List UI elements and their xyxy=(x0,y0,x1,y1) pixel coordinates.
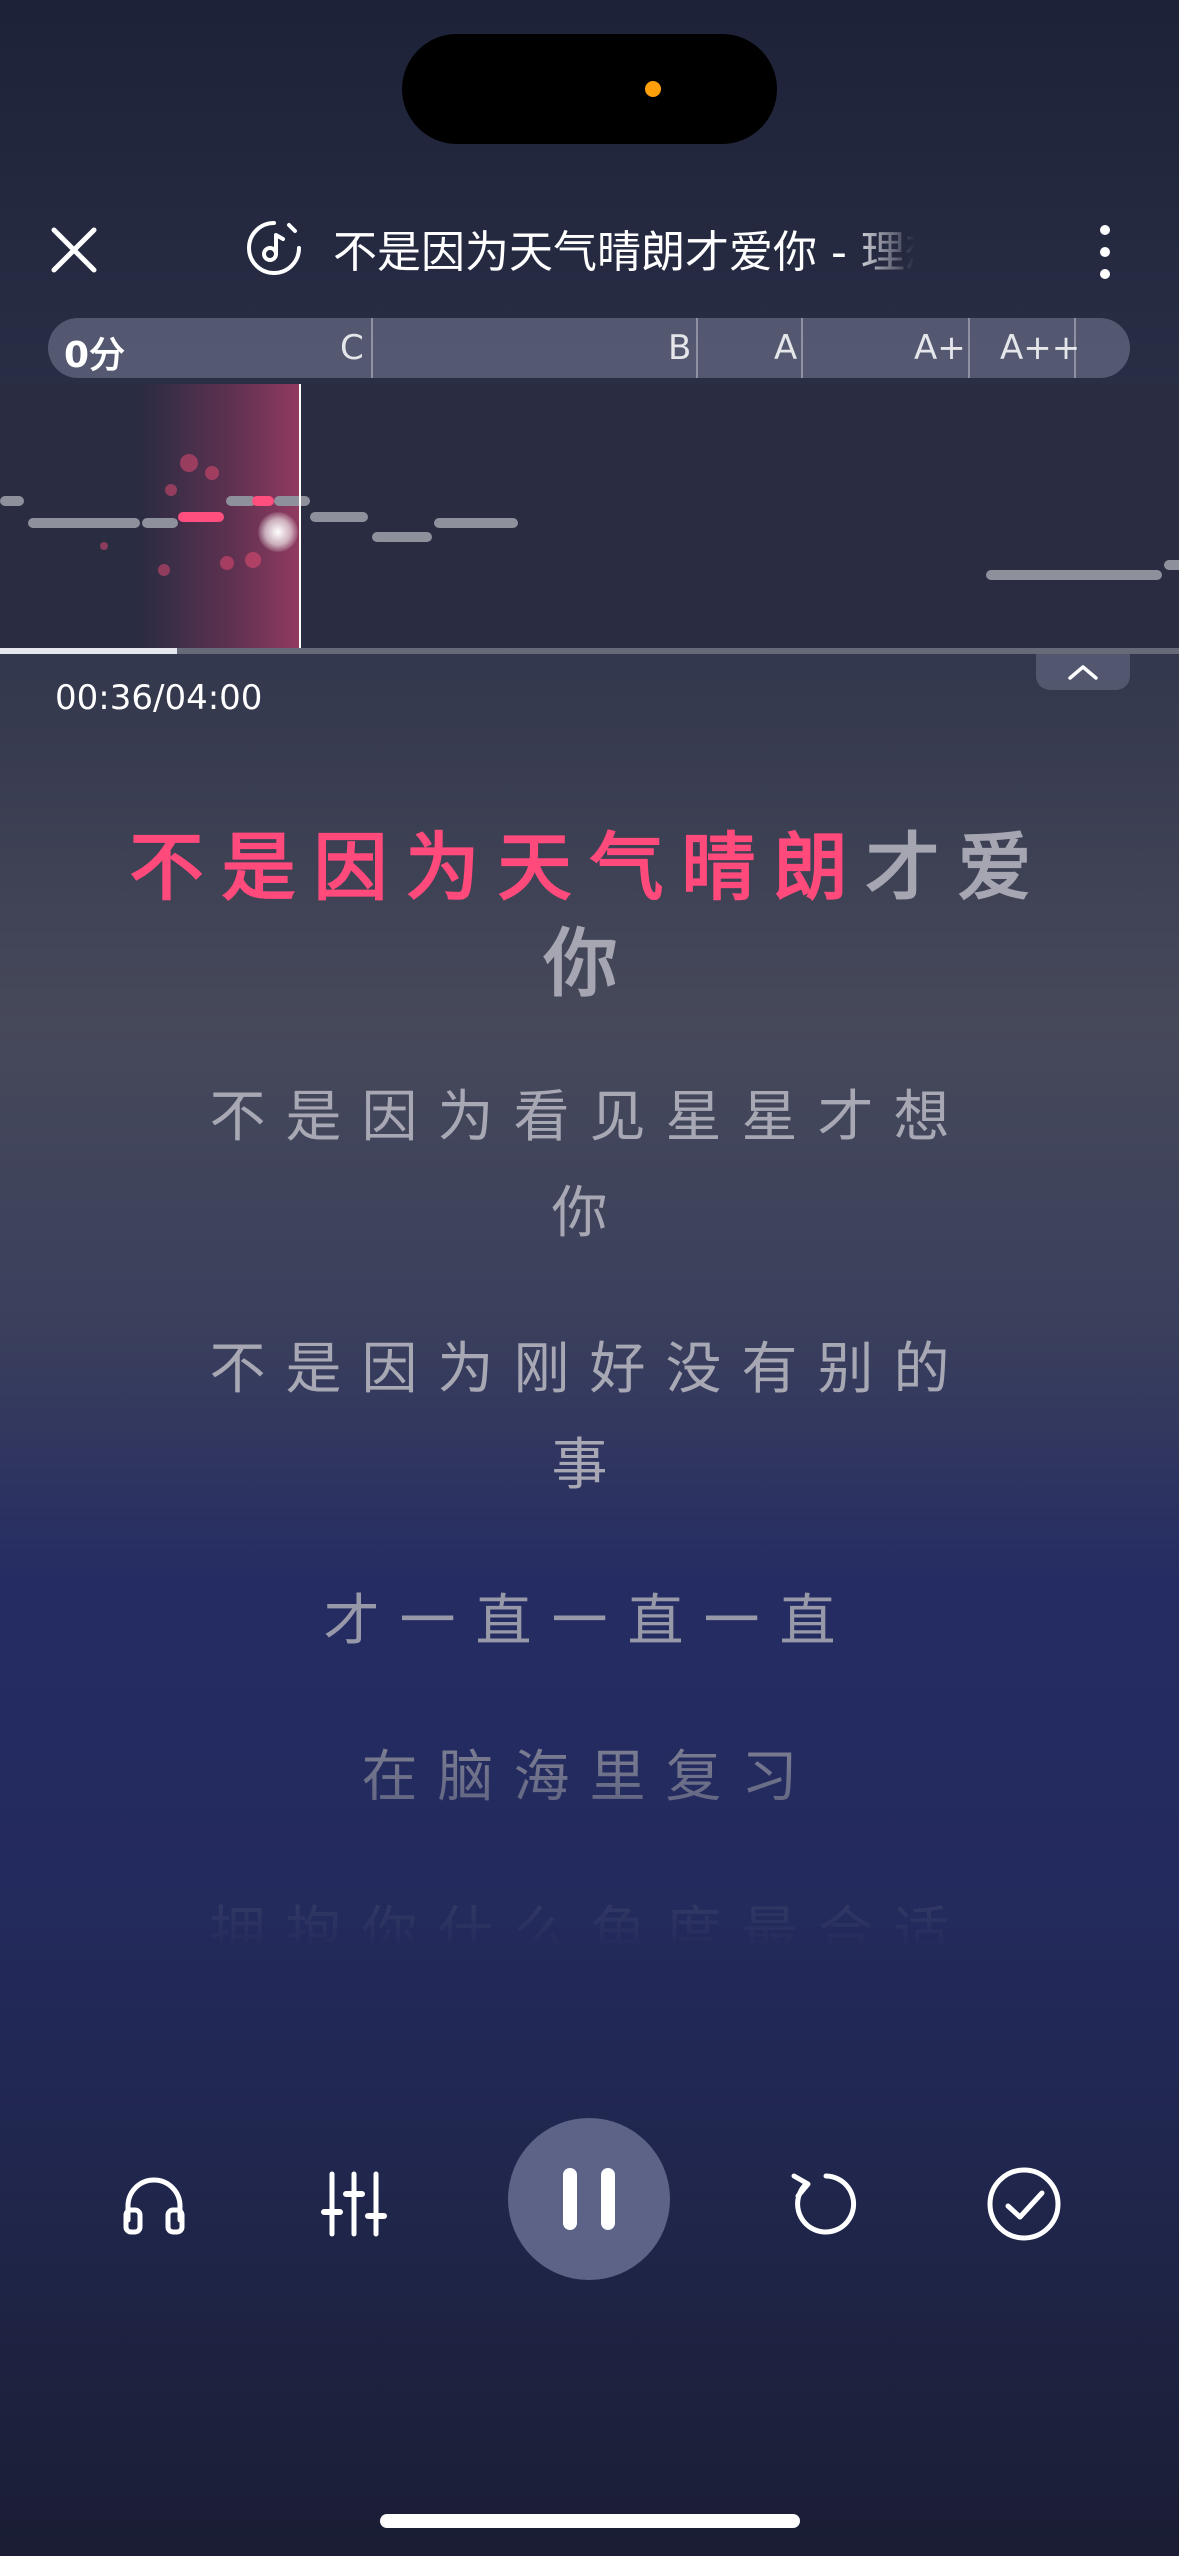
chevron-up-icon xyxy=(1068,665,1098,680)
grade-a: A xyxy=(774,328,798,368)
pitch-indicator xyxy=(258,512,298,552)
song-progress-fill xyxy=(0,648,177,654)
grade-divider xyxy=(801,318,803,378)
spark xyxy=(158,564,170,576)
more-vertical-icon xyxy=(1100,225,1110,279)
mixer-button[interactable] xyxy=(312,2162,396,2246)
pitch-note-hit xyxy=(252,496,274,506)
lyric-sung-part: 不是因为天气晴朗 xyxy=(129,825,866,911)
spark xyxy=(180,454,198,472)
more-options-button[interactable] xyxy=(1080,220,1130,284)
restart-button[interactable] xyxy=(780,2160,868,2248)
spark xyxy=(205,466,219,480)
headphones-button[interactable] xyxy=(112,2162,196,2246)
music-disc-icon xyxy=(247,221,301,275)
spark xyxy=(220,556,234,570)
pitch-note xyxy=(1164,560,1179,570)
lyric-current-line: 不是因为天气晴朗才爱你 xyxy=(110,820,1069,1012)
pitch-note xyxy=(986,570,1162,580)
lyric-line: 拥抱你什么角度最合适 xyxy=(209,1901,970,1950)
home-indicator xyxy=(380,2514,800,2528)
headphones-icon xyxy=(123,2177,185,2235)
grade-c: C xyxy=(340,328,364,368)
spark xyxy=(245,552,261,568)
grade-b: B xyxy=(668,328,692,368)
song-title-area[interactable]: 不是因为天气晴朗才爱你 - 理想混蛋 xyxy=(245,218,915,278)
song-progress-bar[interactable] xyxy=(0,648,1179,654)
finish-check-icon xyxy=(987,2167,1061,2241)
pitch-note xyxy=(142,518,178,528)
mixer-sliders-icon xyxy=(321,2171,387,2237)
grade-divider xyxy=(371,318,373,378)
finish-button[interactable] xyxy=(980,2160,1068,2248)
current-position-line xyxy=(299,384,301,648)
song-title: 不是因为天气晴朗才爱你 - 理想混蛋 xyxy=(333,227,915,278)
grade-a-plus: A+ xyxy=(914,328,966,368)
pitch-note-hit xyxy=(178,512,224,522)
pitch-visualizer xyxy=(0,384,1179,648)
lyric-line: 不是因为看见星星才想你 xyxy=(209,1085,970,1246)
grade-a-plus-plus: A++ xyxy=(1000,328,1081,368)
restart-icon xyxy=(791,2173,857,2235)
grade-divider xyxy=(696,318,698,378)
dynamic-island xyxy=(402,34,777,144)
collapse-pitch-button[interactable] xyxy=(1036,654,1130,690)
top-bar: 不是因为天气晴朗才爱你 - 理想混蛋 xyxy=(0,200,1179,296)
lyric-line: 不是因为刚好没有别的事 xyxy=(209,1337,970,1498)
lyrics-panel: 不是因为天气晴朗才爱你 不是因为看见星星才想你 不是因为刚好没有别的事 才一直一… xyxy=(0,800,1179,1950)
pitch-note xyxy=(372,532,432,542)
spark xyxy=(165,484,177,496)
grade-divider xyxy=(1074,318,1076,378)
pitch-note xyxy=(310,512,368,522)
close-icon xyxy=(51,227,97,273)
score-bar: 0分 C B A A+ A++ xyxy=(48,318,1130,378)
privacy-indicator-dot xyxy=(645,81,661,97)
pitch-note xyxy=(274,496,310,506)
close-button[interactable] xyxy=(40,216,108,284)
spark xyxy=(100,542,108,550)
playback-controls xyxy=(0,2110,1179,2290)
pause-icon xyxy=(563,2168,615,2230)
lyric-line: 才一直一直一直 xyxy=(323,1589,856,1654)
score-value: 0分 xyxy=(64,335,126,376)
time-readout: 00:36/04:00 xyxy=(55,678,263,718)
lyric-line: 在脑海里复习 xyxy=(361,1745,818,1810)
grade-divider xyxy=(968,318,970,378)
pitch-note xyxy=(28,518,140,528)
pitch-note xyxy=(0,496,24,506)
pause-button[interactable] xyxy=(508,2118,670,2280)
pitch-note xyxy=(434,518,518,528)
